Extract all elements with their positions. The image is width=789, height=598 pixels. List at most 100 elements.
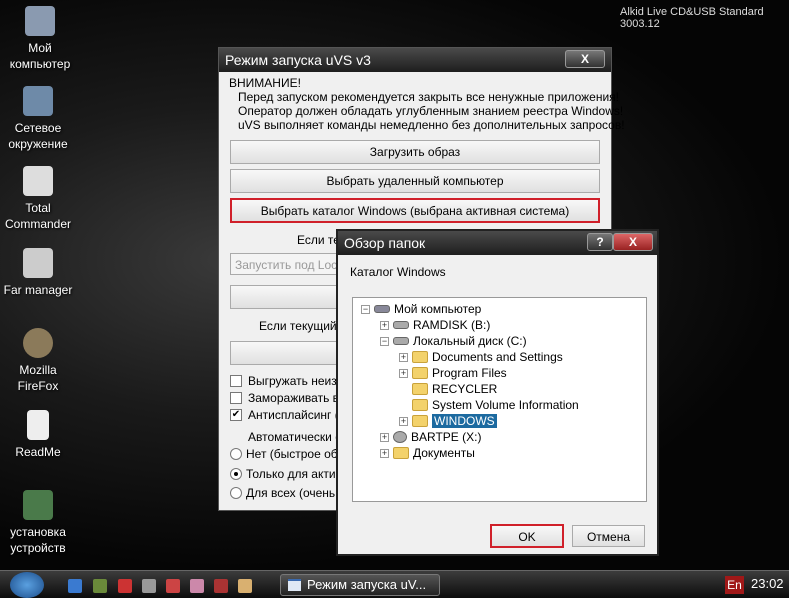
- node-label: Локальный диск (C:): [413, 334, 527, 348]
- icon-label: Mozilla FireFox: [17, 363, 59, 393]
- computer-icon: [25, 6, 55, 36]
- collapse-icon[interactable]: −: [361, 304, 370, 314]
- clock[interactable]: 23:02: [751, 576, 784, 591]
- quicklaunch-icon[interactable]: [166, 579, 180, 593]
- desktop-icon-device-install[interactable]: установка устройств: [0, 490, 78, 556]
- dialog-title-bar[interactable]: Обзор папок ? X: [338, 231, 657, 255]
- tree-node-windows[interactable]: + WINDOWS: [399, 413, 497, 429]
- auto-label: Автоматически с: [248, 430, 342, 444]
- taskbar-task-uvs[interactable]: Режим запуска uV...: [280, 574, 440, 596]
- dialog-caption: Каталог Windows: [350, 265, 446, 279]
- expand-icon[interactable]: +: [399, 352, 408, 362]
- checkbox-freeze[interactable]: [230, 392, 242, 404]
- tree-node-documents-settings[interactable]: + Documents and Settings: [399, 349, 563, 365]
- select-windows-dir-button[interactable]: Выбрать каталог Windows (выбрана активна…: [230, 198, 600, 223]
- folder-icon: [412, 415, 428, 427]
- icon-label: ReadMe: [15, 445, 61, 459]
- select-remote-button[interactable]: Выбрать удаленный компьютер: [230, 169, 600, 193]
- tree-node-my-computer[interactable]: − Мой компьютер: [361, 301, 481, 317]
- folder-icon: [393, 447, 409, 459]
- expand-icon[interactable]: +: [380, 320, 389, 330]
- info-label: Если те: [297, 233, 340, 247]
- icon-label: Мой компьютер: [9, 41, 71, 71]
- desktop-icon-firefox[interactable]: Mozilla FireFox: [0, 328, 78, 394]
- icon-label: Сетевое окружение: [8, 121, 68, 151]
- drive-icon: [393, 321, 409, 329]
- firefox-icon: [23, 328, 53, 358]
- start-button[interactable]: [10, 572, 44, 598]
- checkbox-antisplicing[interactable]: ✔: [230, 409, 242, 421]
- expand-icon[interactable]: +: [380, 448, 389, 458]
- radio-none[interactable]: [230, 448, 242, 460]
- computer-icon: [374, 305, 390, 313]
- network-icon: [23, 86, 53, 116]
- node-label: Documents and Settings: [432, 350, 563, 364]
- expand-icon[interactable]: +: [399, 368, 408, 378]
- radio-label: Только для актив: [246, 467, 342, 481]
- warning-line: Перед запуском рекомендуется закрыть все…: [238, 90, 620, 104]
- language-indicator[interactable]: En: [725, 576, 744, 594]
- radio-label: Нет (быстрое обн: [246, 447, 345, 461]
- taskbar: Режим запуска uV... En 23:02: [0, 570, 789, 598]
- ie-icon[interactable]: [68, 579, 82, 593]
- drive-icon: [393, 337, 409, 345]
- document-icon: [27, 410, 49, 440]
- warning-line: Оператор должен обладать углубленным зна…: [238, 104, 624, 118]
- uvs-title-bar[interactable]: Режим запуска uVS v3 X: [219, 48, 611, 72]
- node-label: System Volume Information: [432, 398, 579, 412]
- ok-button[interactable]: OK: [490, 524, 564, 548]
- kaspersky-icon[interactable]: [118, 579, 132, 593]
- floppy-icon: [23, 166, 53, 196]
- desktop-icon-my-computer[interactable]: Мой компьютер: [0, 6, 80, 72]
- dialog-title: Обзор папок: [344, 235, 426, 251]
- tree-node-program-files[interactable]: + Program Files: [399, 365, 507, 381]
- quicklaunch-icon[interactable]: [214, 579, 228, 593]
- window-icon: [288, 579, 301, 591]
- quicklaunch-icon[interactable]: [142, 579, 156, 593]
- desktop-icon-readme[interactable]: ReadMe: [0, 410, 78, 460]
- tree-node-ramdisk[interactable]: + RAMDISK (B:): [380, 317, 490, 333]
- icon-label: Far manager: [3, 283, 73, 297]
- help-button[interactable]: ?: [587, 233, 613, 251]
- radio-all[interactable]: [230, 487, 242, 499]
- quicklaunch-icon[interactable]: [238, 579, 252, 593]
- tree-node-svi[interactable]: System Volume Information: [412, 397, 579, 413]
- cancel-button[interactable]: Отмена: [572, 525, 645, 547]
- node-label: BARTPE (X:): [411, 430, 482, 444]
- checkbox-unload[interactable]: [230, 375, 242, 387]
- icon-label: Total Commander: [4, 201, 72, 231]
- tree-node-recycler[interactable]: RECYCLER: [412, 381, 497, 397]
- browse-folders-dialog: Обзор папок ? X Каталог Windows − Мой ком…: [336, 229, 659, 556]
- checkbox-label: Антисплайсинг (р: [248, 408, 346, 422]
- radio-active-only[interactable]: [230, 468, 242, 480]
- node-label: RAMDISK (B:): [413, 318, 491, 332]
- expand-icon[interactable]: +: [380, 432, 389, 442]
- desktop-icon-total-commander[interactable]: Total Commander: [0, 166, 78, 232]
- folder-tree[interactable]: − Мой компьютер + RAMDISK (B:) − Локальный …: [352, 297, 647, 502]
- node-label: WINDOWS: [432, 414, 497, 428]
- info-label: Если текущий: [259, 319, 337, 333]
- tree-node-drive-c[interactable]: − Локальный диск (C:): [380, 333, 527, 349]
- device-icon: [23, 490, 53, 520]
- desktop-icon-network[interactable]: Сетевое окружение: [0, 86, 78, 152]
- tree-node-bartpe[interactable]: + BARTPE (X:): [380, 429, 481, 445]
- close-button[interactable]: X: [565, 50, 605, 68]
- checkbox-label: Выгружать неизв: [248, 374, 344, 388]
- collapse-icon[interactable]: −: [380, 336, 389, 346]
- load-image-button[interactable]: Загрузить образ: [230, 140, 600, 164]
- folder-icon: [412, 383, 428, 395]
- task-label: Режим запуска uV...: [307, 577, 427, 592]
- folder-icon: [412, 367, 428, 379]
- radio-label: Для всех (очень м: [246, 486, 347, 500]
- quicklaunch-icon[interactable]: [93, 579, 107, 593]
- brand-text: Alkid Live CD&USB Standard 3003.12: [620, 6, 764, 30]
- tree-node-documents[interactable]: + Документы: [380, 445, 475, 461]
- quicklaunch-icon[interactable]: [190, 579, 204, 593]
- close-button[interactable]: X: [613, 233, 653, 251]
- icon-label: установка устройств: [10, 525, 66, 555]
- folder-icon: [412, 351, 428, 363]
- window-title: Режим запуска uVS v3: [225, 52, 371, 68]
- desktop-icon-far[interactable]: Far manager: [0, 248, 78, 298]
- expand-icon[interactable]: +: [399, 416, 408, 426]
- node-label: RECYCLER: [432, 382, 498, 396]
